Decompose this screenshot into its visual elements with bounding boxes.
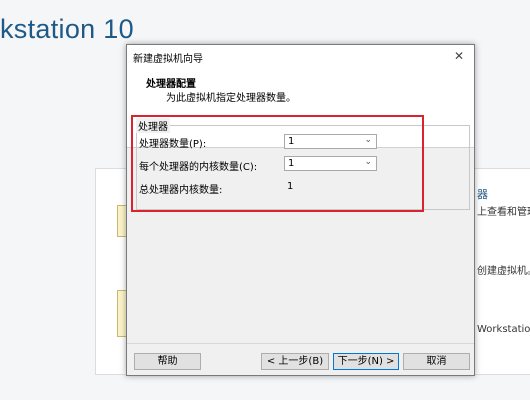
next-button[interactable]: 下一步(N) > — [333, 353, 399, 370]
side-text: 上查看和管理 — [477, 207, 530, 218]
side-heading: 器 — [477, 188, 488, 201]
app-title: kstation 10 — [0, 14, 134, 44]
side-text: Workstation — [477, 324, 530, 335]
footer-divider — [127, 343, 474, 344]
close-button[interactable]: ✕ — [450, 47, 468, 65]
cancel-button[interactable]: 取消 — [403, 353, 470, 370]
dialog-title: 新建虚拟机向导 — [133, 54, 203, 65]
back-button[interactable]: < 上一步(B) — [261, 353, 329, 370]
page-description: 为此虚拟机指定处理器数量。 — [166, 93, 296, 104]
side-text: 创建虚拟机。 — [477, 266, 530, 277]
dialog-titlebar: 新建虚拟机向导 ✕ — [127, 45, 474, 69]
highlight-box — [131, 115, 424, 212]
page-title: 处理器配置 — [146, 79, 196, 90]
new-vm-wizard-dialog: 新建虚拟机向导 ✕ 处理器配置 为此虚拟机指定处理器数量。 处理器 处理器数量(… — [126, 44, 475, 376]
help-button[interactable]: 帮助 — [134, 353, 201, 370]
